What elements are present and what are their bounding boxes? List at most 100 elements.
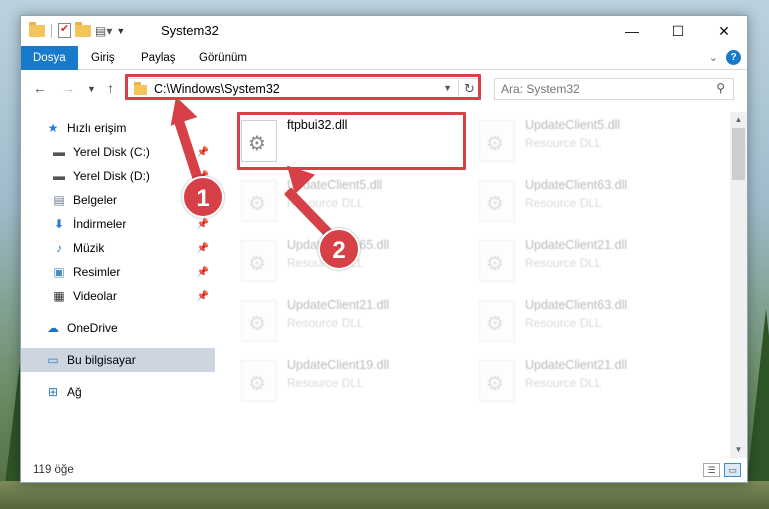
sidebar-item-label: Yerel Disk (D:) [73,169,150,183]
tab-gorunum[interactable]: Görünüm [187,46,259,70]
file-item[interactable]: UpdateClient63.dll Resource DLL [479,296,709,352]
sidebar-item-label: Bu bilgisayar [67,353,136,367]
file-type: Resource DLL [287,316,364,330]
sidebar-item-label: Videolar [73,289,117,303]
toolbar-separator [51,23,52,38]
dll-file-icon [479,360,515,402]
cloud-icon: ☁ [47,321,59,335]
scroll-down-icon[interactable]: ▼ [730,442,747,458]
file-name: UpdateClient21.dll [525,238,628,252]
up-arrow-icon[interactable]: ↑ [107,80,114,96]
sidebar-item-label: İndirmeler [73,217,127,231]
step-badge-2: 2 [318,228,360,270]
scroll-thumb[interactable] [732,128,745,180]
dll-file-icon [479,240,515,282]
sidebar-item-network[interactable]: ⊞ Ağ [21,380,215,404]
music-icon: ♪ [56,241,62,255]
videos-icon: ▦ [53,289,65,303]
file-type: Resource DLL [525,196,602,210]
sidebar-item-pictures[interactable]: ▣ Resimler 📌 [21,260,215,284]
ribbon-tabs: Dosya Giriş Paylaş Görünüm ⌄ ? [21,46,747,70]
recent-locations-icon[interactable]: ▼ [87,84,96,94]
pin-icon[interactable]: 📌 [197,267,209,278]
folder-icon [29,21,45,37]
search-box[interactable]: ⚲ [494,78,734,100]
close-button[interactable]: ✕ [701,16,747,46]
pin-icon[interactable]: 📌 [197,243,209,254]
customize-toolbar-icon[interactable]: ▼ [116,26,125,36]
sidebar-item-this-pc[interactable]: ▭ Bu bilgisayar [21,348,215,372]
network-icon: ⊞ [47,385,59,399]
properties-icon[interactable] [58,22,71,38]
quick-access-toolbar: ▤▾ ▼ [29,21,125,38]
file-type: Resource DLL [525,256,602,270]
file-item[interactable]: UpdateClient21.dll Resource DLL [479,236,709,292]
tab-dosya[interactable]: Dosya [21,46,78,70]
status-bar: 119 öğe ☰ ▭ [21,460,747,482]
large-icons-view-icon[interactable]: ▭ [724,463,741,477]
dll-file-icon [479,180,515,222]
view-options-icon[interactable]: ▤▾ [95,24,112,38]
drive-icon: ▬ [53,169,65,183]
scroll-up-icon[interactable]: ▲ [730,112,747,128]
dll-file-icon [241,360,277,402]
file-name: UpdateClient19.dll [287,358,390,372]
pin-icon[interactable]: 📌 [197,219,209,230]
item-count: 119 öğe [33,464,74,476]
tab-giris[interactable]: Giriş [79,46,127,70]
tab-paylas[interactable]: Paylaş [129,46,188,70]
back-arrow-icon[interactable]: ← [33,80,47,96]
file-type: Resource DLL [525,376,602,390]
file-highlight-box [237,112,466,170]
sidebar-item-music[interactable]: ♪ Müzik 📌 [21,236,215,260]
search-input[interactable] [501,80,701,98]
file-type: Resource DLL [287,376,364,390]
minimize-button[interactable]: — [609,16,655,46]
dll-file-icon [479,300,515,342]
pictures-icon: ▣ [53,265,65,279]
new-folder-icon[interactable] [75,21,91,37]
computer-icon: ▭ [47,353,59,367]
pin-icon[interactable]: 📌 [197,291,209,302]
help-icon[interactable]: ? [726,50,741,65]
file-item[interactable]: UpdateClient21.dll Resource DLL [241,296,471,352]
download-icon: ⬇ [53,217,65,231]
forward-arrow-icon[interactable]: → [61,80,75,96]
file-item[interactable]: UpdateClient19.dll Resource DLL [241,356,471,412]
sidebar-item-label: Belgeler [73,193,118,207]
file-type: Resource DLL [525,316,602,330]
file-name: UpdateClient21.dll [525,358,628,372]
sidebar-item-label: Yerel Disk (C:) [73,145,150,159]
title-bar: ▤▾ ▼ System32 — ☐ ✕ [21,16,747,46]
file-type: Resource DLL [525,136,602,150]
view-switcher: ☰ ▭ [703,463,741,477]
details-view-icon[interactable]: ☰ [703,463,720,477]
dll-file-icon [241,240,277,282]
sidebar-item-label: Ağ [67,385,82,399]
window-title: System32 [161,23,219,38]
file-item[interactable]: UpdateClient63.dll Resource DLL [479,176,709,232]
file-item[interactable]: UpdateClient5.dll Resource DLL [479,116,709,172]
documents-icon: ▤ [53,193,65,207]
star-icon: ★ [47,121,59,135]
dll-file-icon [241,300,277,342]
drive-icon: ▬ [53,145,65,159]
step-badge-1: 1 [182,176,224,218]
sidebar-item-downloads[interactable]: ⬇ İndirmeler 📌 [21,212,215,236]
maximize-button[interactable]: ☐ [655,16,701,46]
vertical-scrollbar[interactable]: ▲ ▼ [730,112,747,458]
file-name: UpdateClient63.dll [525,298,628,312]
pin-icon[interactable]: 📌 [197,147,209,158]
window-controls: — ☐ ✕ [609,16,747,46]
search-icon[interactable]: ⚲ [716,81,725,95]
navigation-pane: ★ Hızlı erişim ▬ Yerel Disk (C:) 📌 ▬ Yer… [21,112,215,456]
sidebar-item-label: OneDrive [67,321,118,335]
dll-file-icon [479,120,515,162]
file-item[interactable]: UpdateClient5.dll Resource DLL [241,176,471,232]
sidebar-item-videos[interactable]: ▦ Videolar 📌 [21,284,215,308]
file-item[interactable]: UpdateClient21.dll Resource DLL [479,356,709,412]
expand-ribbon-icon[interactable]: ⌄ [709,51,718,64]
ribbon-right-controls: ⌄ ? [709,50,741,65]
sidebar-item-label: Resimler [73,265,121,279]
sidebar-item-onedrive[interactable]: ☁ OneDrive [21,316,215,340]
